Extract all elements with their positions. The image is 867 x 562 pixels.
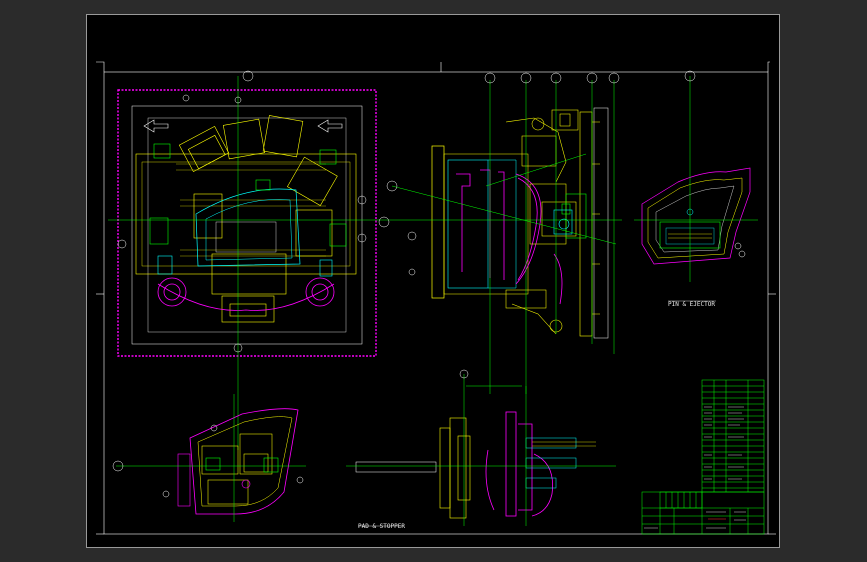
balloon-callout-icon xyxy=(378,72,620,276)
direction-arrow-icon xyxy=(317,119,343,133)
drawing-sheet: PIN & EJECTOR PAD & STOPPER xyxy=(86,14,780,548)
side-view-clamp-unit xyxy=(431,107,609,339)
side-centerlines xyxy=(391,80,622,394)
pad-stopper-label: PAD & STOPPER xyxy=(358,523,405,530)
title-block-entries xyxy=(644,511,746,529)
parts-list-table xyxy=(701,379,765,493)
balloon-callout-icon xyxy=(117,70,367,353)
pin-ejector-view xyxy=(641,167,751,265)
title-block xyxy=(641,491,765,535)
pad-stopper-detail-left xyxy=(177,408,299,515)
plan-view-main-fixture xyxy=(117,89,377,357)
direction-arrow-icon xyxy=(143,119,169,133)
pin-ejector-centerlines xyxy=(634,76,758,282)
pad-stopper-view xyxy=(355,411,596,519)
outer-border xyxy=(86,14,780,548)
pad-stopper-centerlines xyxy=(346,374,616,526)
parts-list-entries xyxy=(704,406,744,480)
pin-ejector-label: PIN & EJECTOR xyxy=(668,301,715,308)
drawing-canvas: PIN & EJECTOR PAD & STOPPER xyxy=(86,14,780,548)
cad-viewport[interactable]: PIN & EJECTOR PAD & STOPPER xyxy=(0,0,867,562)
plan-centerlines xyxy=(108,76,404,450)
